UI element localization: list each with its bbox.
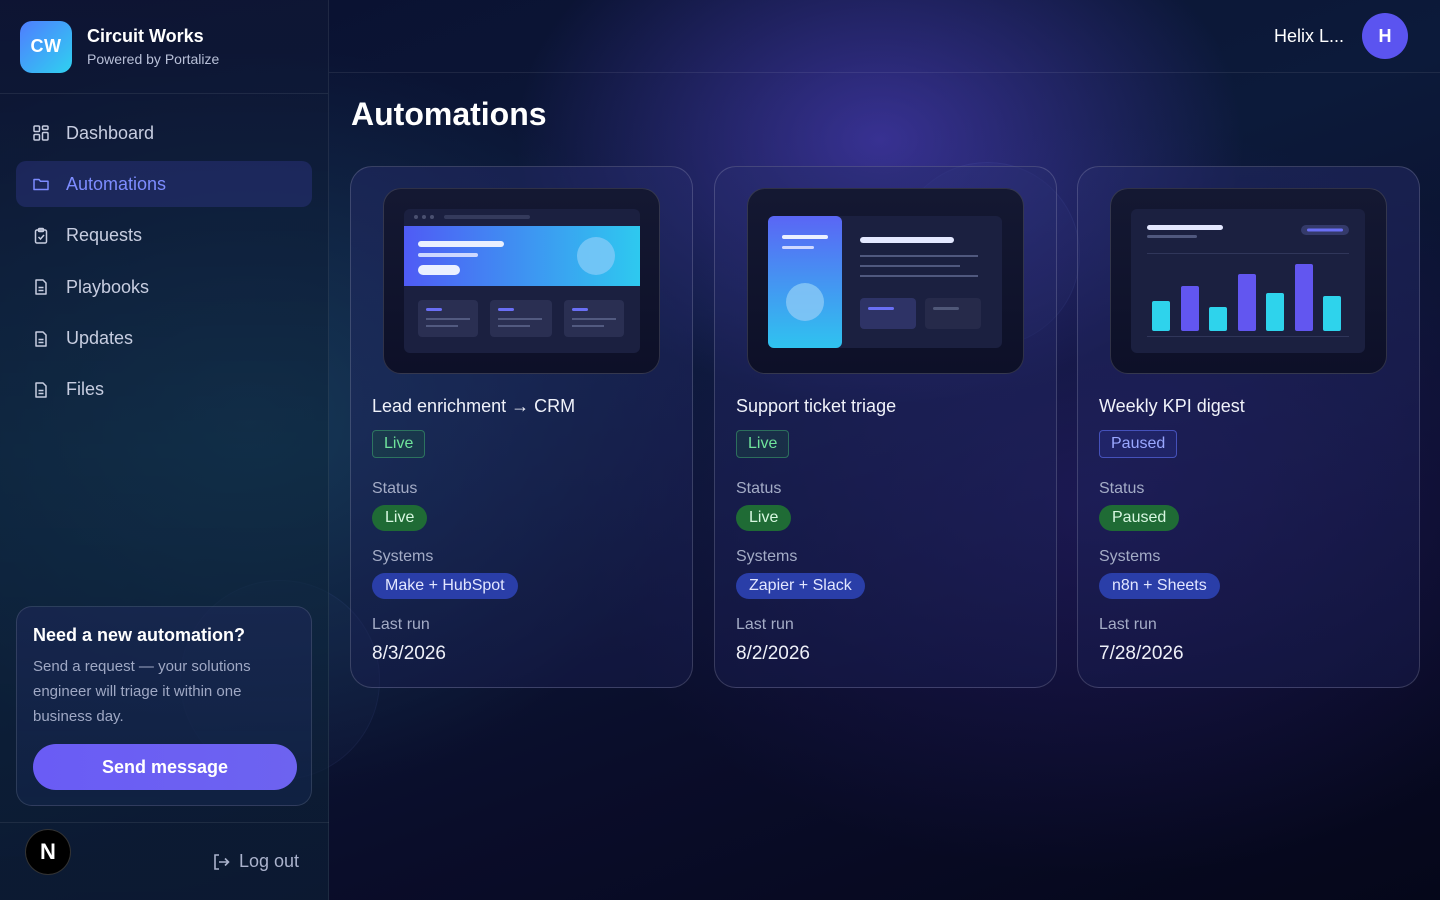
- sidebar-item-updates[interactable]: Updates: [16, 316, 312, 362]
- last-run-value: 8/3/2026: [372, 643, 446, 664]
- logout-button[interactable]: Log out: [211, 851, 299, 872]
- sidebar-item-requests[interactable]: Requests: [16, 213, 312, 259]
- sidebar-item-files[interactable]: Files: [16, 367, 312, 413]
- document-icon: [32, 278, 50, 296]
- card-title: Weekly KPI digest: [1099, 396, 1245, 416]
- last-run-label: Last run: [1099, 616, 1157, 633]
- sidebar-item-automations[interactable]: Automations: [16, 161, 312, 208]
- card-title: Support ticket triage: [736, 396, 897, 416]
- systems-label: Systems: [1099, 548, 1161, 565]
- send-message-button[interactable]: Send message: [33, 744, 297, 790]
- systems-pill: Make + HubSpot: [372, 573, 518, 599]
- sidebar-nav: Dashboard Automations Requests Playbooks…: [0, 94, 328, 413]
- systems-label: Systems: [736, 548, 798, 565]
- brand-header: CW Circuit Works Powered by Portalize: [0, 0, 328, 94]
- clipboard-icon: [32, 227, 50, 245]
- status-label: Status: [372, 480, 418, 497]
- systems-pill: n8n + Sheets: [1099, 573, 1220, 599]
- sidebar-item-label: Updates: [66, 328, 134, 349]
- sidebar-item-label: Playbooks: [66, 276, 150, 297]
- brand-text: Circuit Works Powered by Portalize: [87, 26, 219, 67]
- cta-title: Need a new automation?: [33, 625, 246, 645]
- last-run-value: 7/28/2026: [1099, 643, 1184, 664]
- brand-subtitle: Powered by Portalize: [87, 51, 220, 67]
- last-run-label: Last run: [372, 616, 430, 633]
- folder-icon: [32, 175, 50, 193]
- avatar[interactable]: N: [25, 829, 71, 875]
- card-thumbnail: [747, 188, 1024, 374]
- new-automation-card: Need a new automation? Send a request — …: [16, 606, 312, 806]
- card-title: Lead enrichment → CRM: [372, 396, 576, 416]
- card-thumbnail: [383, 188, 660, 374]
- sidebar-item-playbooks[interactable]: Playbooks: [16, 264, 312, 310]
- document-icon: [32, 381, 50, 399]
- status-badge: Paused: [1099, 430, 1178, 458]
- document-icon: [32, 330, 50, 348]
- status-pill: Live: [736, 505, 792, 531]
- status-label: Status: [1099, 480, 1145, 497]
- systems-pill: Zapier + Slack: [736, 573, 865, 599]
- user-name: Helix L...: [1273, 25, 1344, 46]
- card-thumbnail: [1110, 188, 1387, 374]
- systems-label: Systems: [372, 548, 434, 565]
- last-run-value: 8/2/2026: [736, 643, 810, 664]
- sidebar-item-label: Automations: [66, 173, 167, 194]
- sidebar-item-label: Dashboard: [66, 122, 155, 143]
- status-badge: Live: [736, 430, 790, 458]
- automation-card[interactable]: Weekly KPI digest Paused Status Paused S…: [1077, 166, 1420, 688]
- grid-icon: [32, 124, 50, 142]
- brand-name: Circuit Works: [87, 26, 204, 46]
- automation-card[interactable]: Lead enrichment → CRM Live Status Live S…: [350, 166, 693, 688]
- cta-text: Send a request — your solutions engineer…: [33, 658, 251, 725]
- status-label: Status: [736, 480, 782, 497]
- sidebar-item-dashboard[interactable]: Dashboard: [16, 110, 312, 156]
- sidebar-footer: N Log out: [0, 822, 329, 900]
- avatar[interactable]: H: [1362, 13, 1408, 59]
- sidebar-item-label: Requests: [66, 225, 143, 246]
- sidebar-item-label: Files: [66, 379, 105, 400]
- status-pill: Paused: [1099, 505, 1180, 531]
- status-pill: Live: [372, 505, 428, 531]
- automation-card[interactable]: Support ticket triage Live Status Live S…: [714, 166, 1057, 688]
- topbar: Helix L... H: [329, 0, 1440, 73]
- brand-logo: CW: [20, 20, 72, 73]
- sidebar: CW Circuit Works Powered by Portalize Da…: [0, 0, 329, 900]
- page-title: Automations: [351, 96, 547, 132]
- user-menu[interactable]: Helix L... H: [1274, 13, 1408, 59]
- logout-label: Log out: [238, 851, 299, 871]
- status-badge: Live: [372, 430, 426, 458]
- last-run-label: Last run: [736, 616, 794, 633]
- logout-icon: [214, 853, 230, 870]
